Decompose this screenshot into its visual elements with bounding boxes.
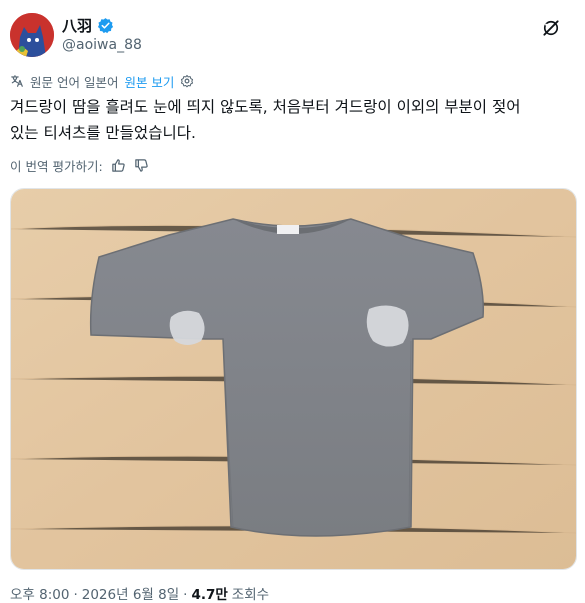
views-count: 4.7만: [191, 587, 228, 603]
show-original-link[interactable]: 원본 보기: [124, 72, 174, 91]
rate-translation: 이 번역 평가하기:: [10, 156, 149, 174]
meta-separator: ·: [183, 587, 188, 603]
rate-translation-label: 이 번역 평가하기:: [10, 158, 103, 174]
thumbs-up-icon[interactable]: [111, 158, 126, 173]
post-text-line: 겨드랑이 땀을 흘려도 눈에 띄지 않도록, 처음부터 겨드랑이 이외의 부분이…: [10, 98, 521, 116]
post-text-line: 있는 티셔츠를 만들었습니다.: [10, 124, 196, 142]
views-label: 조회수: [231, 587, 270, 603]
post-meta: 오후 8:00 · 2026년 6월 8일 · 4.7만 조회수: [10, 583, 269, 603]
author-info: 八羽 @aoiwa_88: [62, 15, 142, 54]
post-text: 겨드랑이 땀을 흘려도 눈에 띄지 않도록, 처음부터 겨드랑이 이외의 부분이…: [10, 94, 575, 146]
post-time[interactable]: 오후 8:00: [10, 583, 69, 603]
author-display-name[interactable]: 八羽: [62, 15, 92, 36]
thumbs-down-icon[interactable]: [134, 158, 149, 173]
avatar-image: [10, 13, 54, 57]
meta-separator: ·: [73, 587, 78, 603]
author-handle[interactable]: @aoiwa_88: [62, 37, 142, 53]
translation-label: 원문 언어 일본어: [30, 74, 119, 90]
post-date[interactable]: 2026년 6월 8일: [82, 583, 179, 603]
post-header: 八羽 @aoiwa_88: [10, 10, 575, 60]
post-photo[interactable]: [10, 188, 577, 570]
grok-icon[interactable]: [541, 18, 561, 38]
tshirt-photo: [11, 189, 576, 569]
translate-icon: [10, 74, 24, 88]
avatar[interactable]: [10, 13, 54, 57]
settings-icon[interactable]: [180, 74, 194, 88]
verified-badge-icon: [97, 17, 114, 34]
translation-notice: 원문 언어 일본어 원본 보기: [10, 72, 194, 90]
